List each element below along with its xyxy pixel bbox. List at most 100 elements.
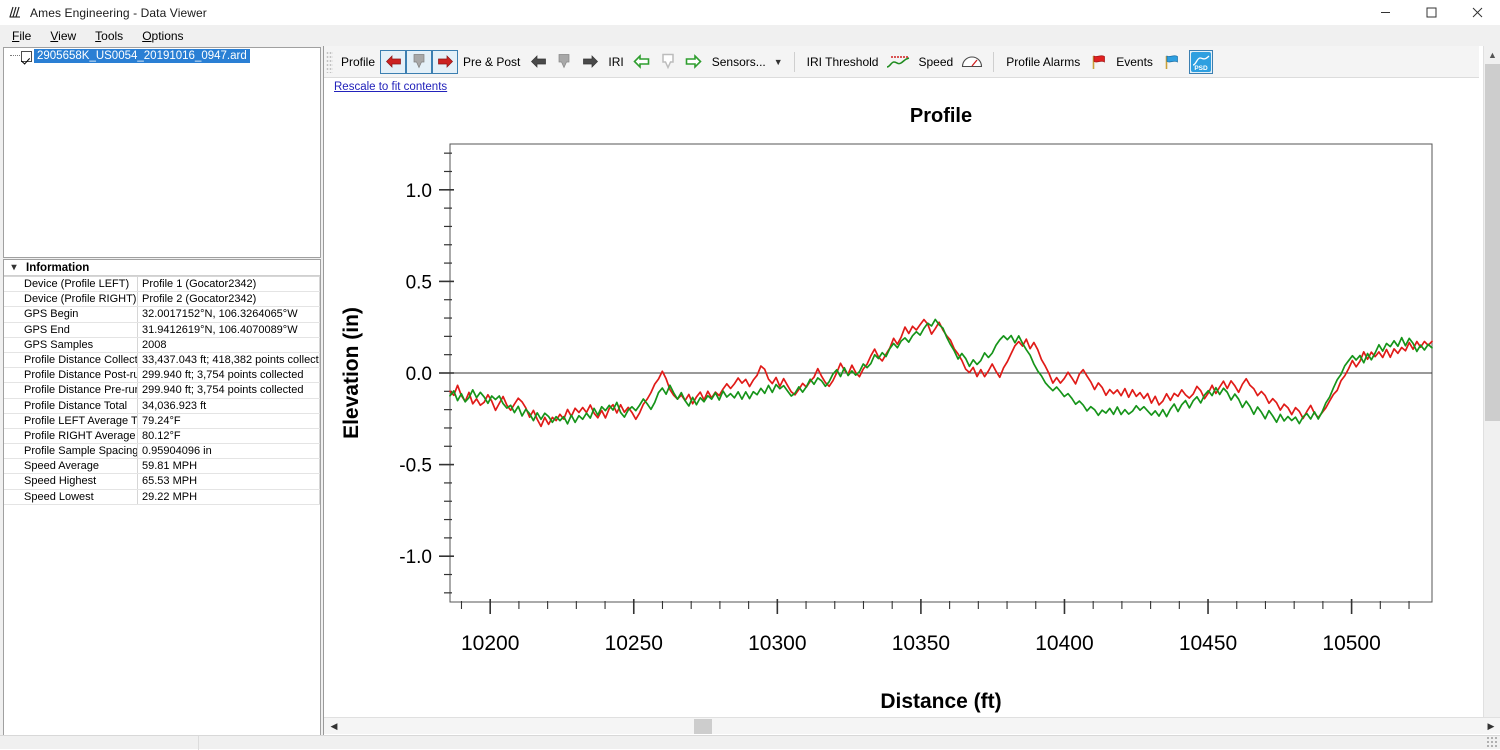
chevron-up-icon[interactable]: ▲ (1484, 46, 1500, 63)
profile-down-arrow-button[interactable] (406, 49, 433, 74)
information-row[interactable]: GPS Begin 32.0017152°N, 106.3264065°W (4, 307, 320, 323)
iri-threshold-label[interactable]: IRI Threshold (802, 55, 884, 69)
horizontal-scrollbar-thumb[interactable] (694, 719, 712, 734)
information-row-key: Profile RIGHT Average Temperature (4, 428, 138, 444)
sensors-label[interactable]: Sensors... (707, 55, 771, 69)
psd-button[interactable]: PSD (1188, 49, 1213, 74)
application-window: Ames Engineering - Data Viewer File View… (0, 0, 1500, 750)
information-row-key: Profile LEFT Average Temperature (4, 413, 138, 428)
information-header[interactable]: ▾ Information (4, 260, 320, 275)
information-row-key: Profile Distance Pre-run (4, 383, 138, 398)
information-row-key: GPS End (4, 322, 138, 337)
x-tick-label: 10350 (892, 632, 950, 655)
prepost-right-arrow-button[interactable] (577, 50, 603, 74)
x-tick-label: 10500 (1322, 632, 1380, 655)
chevron-left-icon[interactable]: ◀ (326, 718, 342, 734)
profile-chart-svg: Profile 1.0 0.5 0.0 -0.5 -1.0 10200 10250 10300 1… (340, 105, 1433, 713)
prepost-left-arrow-button[interactable] (525, 50, 551, 74)
information-row[interactable]: Profile RIGHT Average Temperature80.12°F (4, 428, 320, 445)
window-controls (1362, 0, 1500, 25)
information-row[interactable]: Device (Profile RIGHT) Profile 2 (Gocator… (4, 292, 320, 308)
speed-label[interactable]: Speed (913, 55, 958, 69)
vertical-scrollbar-thumb[interactable] (1485, 64, 1500, 421)
toolbar-separator (793, 51, 795, 72)
resize-grip[interactable] (1486, 736, 1498, 748)
left-panel: 2905658K_US0054_20191016_0947.ard ▾ Info… (0, 46, 323, 749)
information-title: Information (26, 261, 90, 274)
information-row-key: GPS Begin (4, 307, 138, 322)
information-row-value: 32.0017152°N, 106.3264065°W (138, 307, 320, 322)
minimize-button[interactable] (1362, 0, 1408, 25)
app-waveform-icon (8, 5, 23, 20)
chart-title: Profile (910, 105, 972, 127)
information-row[interactable]: Speed Lowest 29.22 MPH (4, 489, 320, 505)
profile-alarms-label[interactable]: Profile Alarms (1001, 55, 1085, 69)
information-row-value: Profile 1 (Gocator2342) (138, 277, 320, 292)
toolbar-label-iri: IRI (608, 54, 624, 69)
information-row-key: Device (Profile LEFT) (4, 277, 138, 292)
toolbar-label-profile: Profile (341, 54, 376, 69)
tree-connector (10, 55, 20, 57)
title-bar-left: Ames Engineering - Data Viewer (8, 0, 207, 25)
information-row-value: Profile 2 (Gocator2342) (138, 292, 320, 307)
information-row[interactable]: Profile Sample Spacing 0.95904096 in (4, 444, 320, 460)
information-row-value: 2008 (138, 337, 320, 352)
prepost-down-arrow-button[interactable] (551, 50, 577, 74)
red-flag-icon[interactable] (1085, 53, 1111, 71)
information-row[interactable]: Profile Distance Pre-run 299.940 ft; 3,75… (4, 383, 320, 399)
information-row[interactable]: Speed Average 59.81 MPH (4, 459, 320, 475)
information-row[interactable]: Profile LEFT Average Temperature79.24°F (4, 413, 320, 429)
blue-flag-icon[interactable] (1158, 53, 1184, 71)
toolbar-grip[interactable] (326, 50, 333, 73)
information-row[interactable]: Speed Highest 65.53 MPH (4, 474, 320, 490)
chevron-down-icon[interactable]: ▾ (8, 262, 20, 273)
menu-view[interactable]: View (47, 27, 86, 45)
profile-left-arrow-button[interactable] (380, 49, 407, 74)
y-tick-label: -1.0 (399, 547, 432, 568)
profile-chart: Profile 1.0 0.5 0.0 -0.5 -1.0 10200 10250 10300 1… (324, 94, 1479, 734)
information-row-value: 79.24°F (138, 413, 320, 428)
information-row[interactable]: Profile Distance Post-run 299.940 ft; 3,7… (4, 368, 320, 384)
vertical-scrollbar[interactable]: ▲ ▼ (1483, 46, 1500, 733)
information-row-value: 29.22 MPH (138, 489, 320, 504)
information-row[interactable]: Profile Distance Collection33,437.043 ft… (4, 352, 320, 369)
window-title: Ames Engineering - Data Viewer (30, 5, 207, 20)
information-row[interactable]: GPS Samples 2008 (4, 337, 320, 353)
x-tick-label: 10450 (1179, 632, 1237, 655)
profile-right-arrow-button[interactable] (432, 49, 459, 74)
horizontal-scrollbar[interactable]: ◀ ▶ (324, 717, 1500, 734)
iri-down-arrow-button[interactable] (655, 50, 681, 74)
menu-tools[interactable]: Tools (92, 27, 133, 45)
events-label[interactable]: Events (1111, 55, 1158, 69)
speed-gauge-icon[interactable] (958, 54, 986, 70)
x-tick-label: 10400 (1035, 632, 1093, 655)
information-row-value: 33,437.043 ft; 418,382 points collected (138, 352, 320, 368)
maximize-button[interactable] (1408, 0, 1454, 25)
chart-toolbar: Profile Pre & Post IRI Sensors... ▼ IRI … (324, 46, 1479, 78)
information-row[interactable]: Device (Profile LEFT) Profile 1 (Gocator2… (4, 276, 320, 293)
chevron-right-icon[interactable]: ▶ (1483, 718, 1499, 734)
status-bar-separator (198, 736, 199, 750)
chevron-down-icon[interactable]: ▼ (774, 57, 787, 67)
x-tick-label: 10300 (748, 632, 806, 655)
iri-threshold-curve-icon[interactable] (883, 53, 913, 71)
menu-file[interactable]: File (9, 27, 41, 45)
information-row-key: Speed Lowest (4, 489, 138, 504)
information-row-value: 299.940 ft; 3,754 points collected (138, 368, 320, 383)
chart-pane: Profile Pre & Post IRI Sensors... ▼ IRI … (323, 46, 1500, 749)
information-row[interactable]: Profile Distance Total 34,036.923 ft (4, 398, 320, 414)
y-tick-label: 1.0 (406, 181, 432, 202)
information-row-value: 80.12°F (138, 428, 320, 444)
file-tree[interactable]: 2905658K_US0054_20191016_0947.ard (3, 47, 321, 258)
rescale-link[interactable]: Rescale to fit contents (334, 81, 447, 93)
toolbar-separator (993, 51, 995, 72)
close-button[interactable] (1454, 0, 1500, 25)
information-row[interactable]: GPS End 31.9412619°N, 106.4070089°W (4, 322, 320, 338)
iri-right-arrow-button[interactable] (681, 50, 707, 74)
information-panel: ▾ Information Device (Profile LEFT) Profi… (3, 259, 321, 739)
y-tick-label: -0.5 (399, 456, 432, 477)
tree-item[interactable]: 2905658K_US0054_20191016_0947.ard (4, 49, 320, 63)
menu-options[interactable]: Options (139, 27, 193, 45)
iri-left-arrow-button[interactable] (629, 50, 655, 74)
tree-item-checkbox[interactable] (21, 50, 32, 62)
